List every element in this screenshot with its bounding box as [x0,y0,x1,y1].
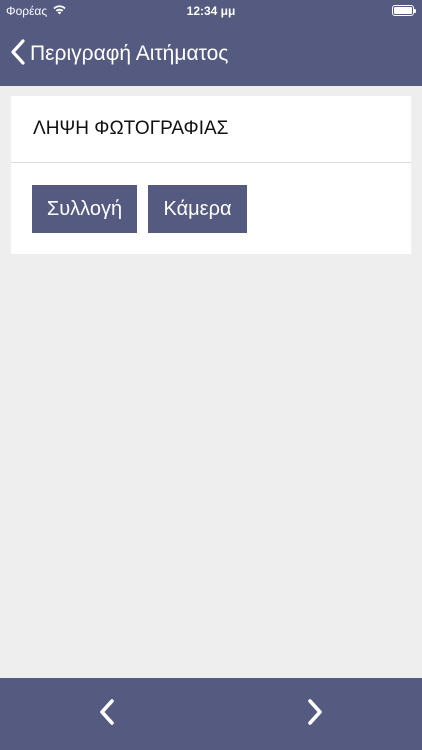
status-bar: Φορέας 12:34 μμ [0,0,422,22]
photo-card: ΛΗΨΗ ΦΩΤΟΓΡΑΦΙΑΣ Συλλογή Κάμερα [11,96,411,254]
status-time: 12:34 μμ [186,4,236,18]
chevron-right-icon [306,698,324,731]
battery-icon [392,5,416,16]
page-title: Περιγραφή Αιτήματος [30,42,229,65]
camera-button[interactable]: Κάμερα [148,185,247,233]
bottom-navigation-bar [0,678,422,750]
back-button[interactable]: Περιγραφή Αιτήματος [10,22,228,86]
navigation-bar: Περιγραφή Αιτήματος [0,22,422,86]
gallery-button[interactable]: Συλλογή [32,185,137,233]
battery-fill [394,7,412,14]
photo-button-group: Συλλογή Κάμερα [32,185,247,233]
chevron-left-icon [10,38,26,70]
next-button[interactable] [285,678,345,750]
chevron-left-icon [98,698,116,731]
photo-section-title: ΛΗΨΗ ΦΩΤΟΓΡΑΦΙΑΣ [11,96,411,163]
previous-button[interactable] [77,678,137,750]
